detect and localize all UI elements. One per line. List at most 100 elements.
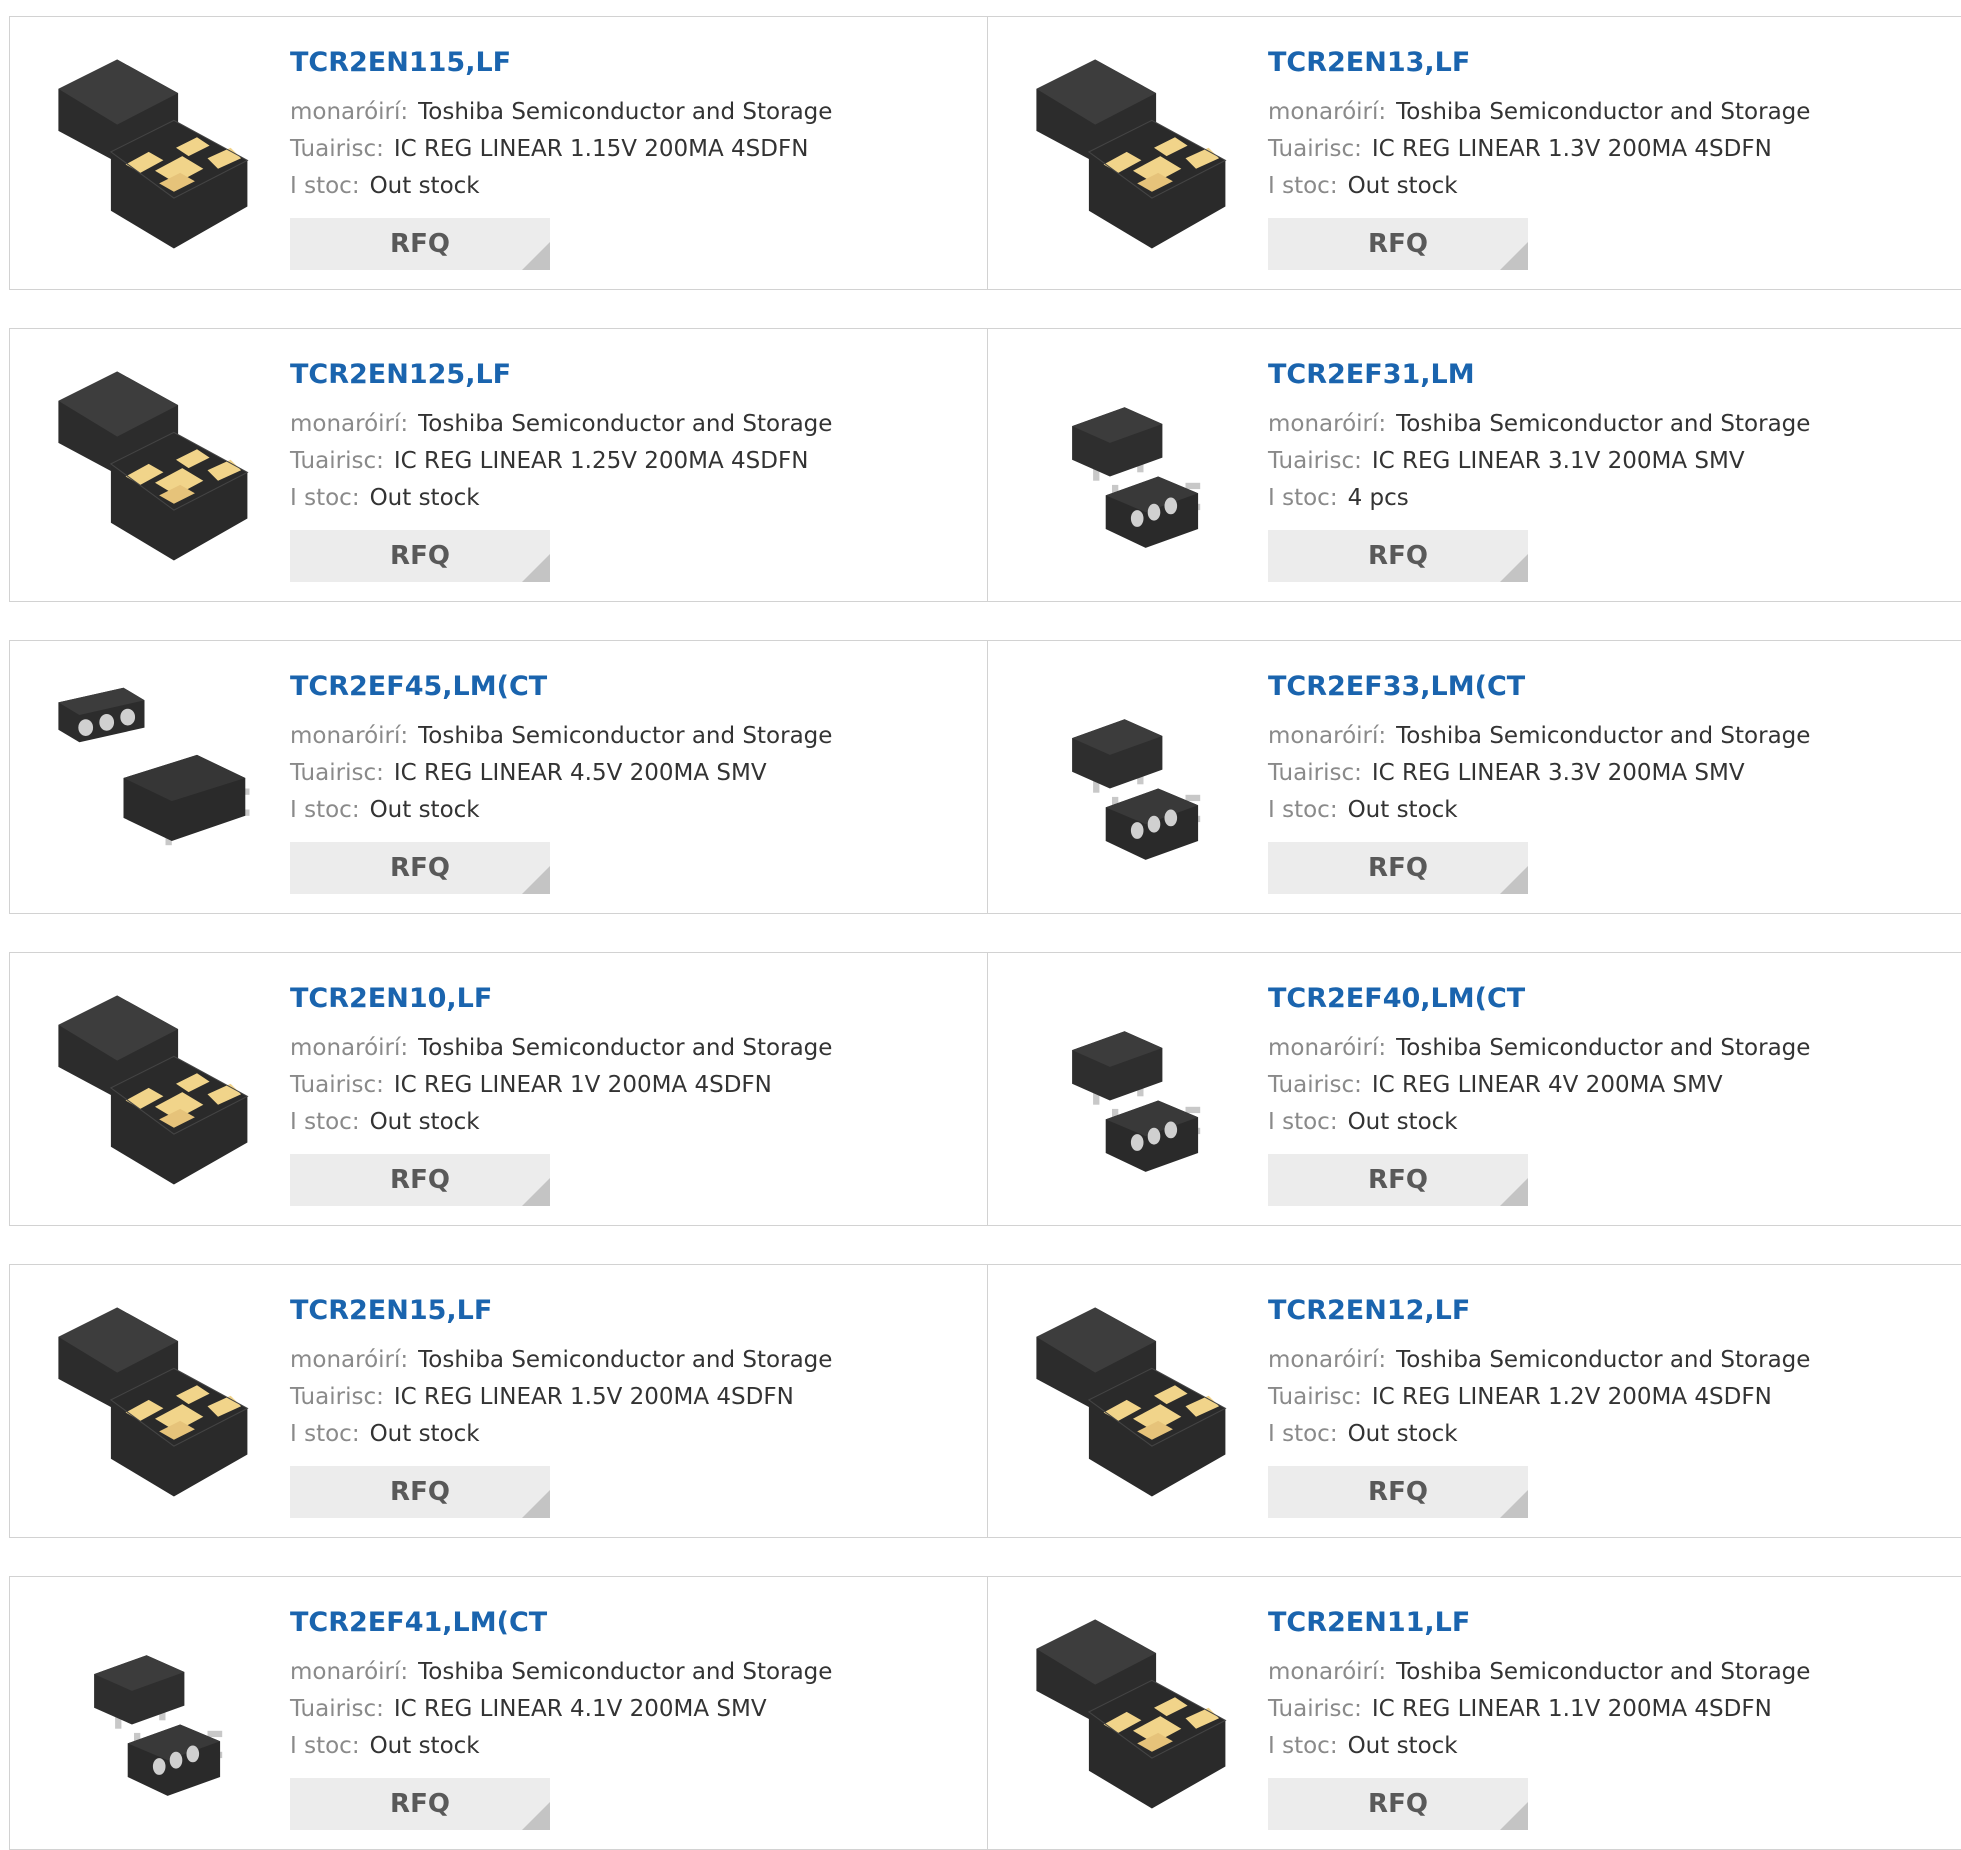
smv-package-icon[interactable]	[1028, 673, 1238, 883]
description-row: Tuairisc: IC REG LINEAR 1.2V 200MA 4SDFN	[1268, 1382, 1772, 1412]
rfq-button[interactable]: RFQ	[1268, 218, 1528, 270]
description-label: Tuairisc:	[290, 1696, 384, 1722]
smv-package-icon[interactable]	[1028, 985, 1238, 1195]
rfq-button[interactable]: RFQ	[1268, 1778, 1528, 1830]
corner-triangle-icon	[1500, 1178, 1528, 1206]
rfq-button-label: RFQ	[1368, 1165, 1428, 1195]
product-card: TCR2EN13,LF monaróirí: Toshiba Semiconduct…	[988, 17, 1958, 289]
product-title-link[interactable]: TCR2EN11,LF	[1268, 1607, 1470, 1638]
rfq-button[interactable]: RFQ	[290, 530, 550, 582]
product-title-link[interactable]: TCR2EN15,LF	[290, 1295, 492, 1326]
rfq-button-label: RFQ	[390, 853, 450, 883]
description-row: Tuairisc: IC REG LINEAR 4.5V 200MA SMV	[290, 758, 767, 788]
manufacturer-value: Toshiba Semiconductor and Storage	[418, 99, 833, 125]
description-value: IC REG LINEAR 1.2V 200MA 4SDFN	[1371, 1384, 1772, 1410]
description-row: Tuairisc: IC REG LINEAR 1V 200MA 4SDFN	[290, 1070, 772, 1100]
stock-value: Out stock	[369, 797, 480, 823]
corner-triangle-icon	[1500, 1802, 1528, 1830]
description-row: Tuairisc: IC REG LINEAR 1.25V 200MA 4SDFN	[290, 446, 808, 476]
sdfn-package-icon[interactable]	[50, 1297, 260, 1507]
stock-row: I stoc: Out stock	[1268, 1731, 1458, 1761]
corner-triangle-icon	[522, 242, 550, 270]
product-row: TCR2EF41,LM(CT monaróirí: Toshiba Semicond…	[9, 1576, 1961, 1850]
description-label: Tuairisc:	[290, 448, 384, 474]
stock-row: I stoc: Out stock	[290, 483, 480, 513]
description-label: Tuairisc:	[1268, 760, 1362, 786]
manufacturer-value: Toshiba Semiconductor and Storage	[418, 1659, 833, 1685]
stock-row: I stoc: Out stock	[290, 1107, 480, 1137]
manufacturer-label: monaróirí:	[1268, 99, 1387, 125]
manufacturer-value: Toshiba Semiconductor and Storage	[418, 411, 833, 437]
corner-triangle-icon	[522, 1178, 550, 1206]
product-title-link[interactable]: TCR2EN115,LF	[290, 47, 511, 78]
manufacturer-row: monaróirí: Toshiba Semiconductor and Stor…	[1268, 1345, 1810, 1375]
stock-label: I stoc:	[290, 1733, 360, 1759]
stock-value: Out stock	[369, 1733, 480, 1759]
description-value: IC REG LINEAR 1.5V 200MA 4SDFN	[393, 1384, 794, 1410]
rfq-button[interactable]: RFQ	[1268, 842, 1528, 894]
description-value: IC REG LINEAR 1.3V 200MA 4SDFN	[1371, 136, 1772, 162]
description-value: IC REG LINEAR 3.3V 200MA SMV	[1371, 760, 1745, 786]
rfq-button-label: RFQ	[1368, 541, 1428, 571]
rfq-button-label: RFQ	[390, 1477, 450, 1507]
product-title-link[interactable]: TCR2EN12,LF	[1268, 1295, 1470, 1326]
smv-package-icon[interactable]	[50, 1609, 260, 1819]
rfq-button[interactable]: RFQ	[290, 1154, 550, 1206]
rfq-button[interactable]: RFQ	[1268, 1466, 1528, 1518]
stock-row: I stoc: 4 pcs	[1268, 483, 1409, 513]
rfq-button-label: RFQ	[390, 229, 450, 259]
rfq-button-label: RFQ	[1368, 229, 1428, 259]
corner-triangle-icon	[1500, 242, 1528, 270]
manufacturer-value: Toshiba Semiconductor and Storage	[1396, 723, 1811, 749]
stock-row: I stoc: Out stock	[290, 1419, 480, 1449]
rfq-button[interactable]: RFQ	[290, 218, 550, 270]
manufacturer-value: Toshiba Semiconductor and Storage	[418, 1035, 833, 1061]
corner-triangle-icon	[1500, 1490, 1528, 1518]
sdfn-package-icon[interactable]	[1028, 49, 1238, 259]
rfq-button[interactable]: RFQ	[1268, 1154, 1528, 1206]
product-title-link[interactable]: TCR2EN13,LF	[1268, 47, 1470, 78]
sdfn-package-icon[interactable]	[50, 361, 260, 571]
sdfn-package-icon[interactable]	[50, 49, 260, 259]
stock-row: I stoc: Out stock	[1268, 171, 1458, 201]
stock-label: I stoc:	[1268, 797, 1338, 823]
manufacturer-label: monaróirí:	[1268, 1035, 1387, 1061]
product-title-link[interactable]: TCR2EF33,LM(CT	[1268, 671, 1525, 702]
product-title-link[interactable]: TCR2EN10,LF	[290, 983, 492, 1014]
rfq-button[interactable]: RFQ	[290, 842, 550, 894]
manufacturer-value: Toshiba Semiconductor and Storage	[418, 1347, 833, 1373]
product-title-link[interactable]: TCR2EF45,LM(CT	[290, 671, 547, 702]
stock-value: Out stock	[1347, 797, 1458, 823]
product-title-link[interactable]: TCR2EF31,LM	[1268, 359, 1475, 390]
stock-label: I stoc:	[1268, 1109, 1338, 1135]
stock-value: Out stock	[1347, 1733, 1458, 1759]
sdfn-package-icon[interactable]	[50, 985, 260, 1195]
smv-package-icon[interactable]	[1028, 361, 1238, 571]
stock-label: I stoc:	[1268, 485, 1338, 511]
product-card: TCR2EF40,LM(CT monaróirí: Toshiba Semicond…	[988, 953, 1958, 1225]
smv-package-alt-icon[interactable]	[50, 673, 260, 883]
rfq-button[interactable]: RFQ	[290, 1466, 550, 1518]
description-value: IC REG LINEAR 4.5V 200MA SMV	[393, 760, 767, 786]
product-title-link[interactable]: TCR2EN125,LF	[290, 359, 511, 390]
manufacturer-row: monaróirí: Toshiba Semiconductor and Stor…	[1268, 721, 1810, 751]
stock-label: I stoc:	[290, 173, 360, 199]
description-label: Tuairisc:	[290, 760, 384, 786]
product-title-link[interactable]: TCR2EF40,LM(CT	[1268, 983, 1525, 1014]
rfq-button-label: RFQ	[390, 541, 450, 571]
product-title-link[interactable]: TCR2EF41,LM(CT	[290, 1607, 547, 1638]
rfq-button-label: RFQ	[390, 1789, 450, 1819]
rfq-button[interactable]: RFQ	[290, 1778, 550, 1830]
rfq-button[interactable]: RFQ	[1268, 530, 1528, 582]
manufacturer-row: monaróirí: Toshiba Semiconductor and Stor…	[1268, 1657, 1810, 1687]
product-row: TCR2EN115,LF monaróirí: Toshiba Semiconduc…	[9, 16, 1961, 290]
description-label: Tuairisc:	[290, 1384, 384, 1410]
description-row: Tuairisc: IC REG LINEAR 1.1V 200MA 4SDFN	[1268, 1694, 1772, 1724]
manufacturer-label: monaróirí:	[290, 411, 409, 437]
sdfn-package-icon[interactable]	[1028, 1297, 1238, 1507]
corner-triangle-icon	[522, 554, 550, 582]
corner-triangle-icon	[522, 1802, 550, 1830]
product-card: TCR2EF45,LM(CT monaróirí: Toshiba Semicond…	[10, 641, 980, 913]
description-row: Tuairisc: IC REG LINEAR 1.5V 200MA 4SDFN	[290, 1382, 794, 1412]
sdfn-package-icon[interactable]	[1028, 1609, 1238, 1819]
